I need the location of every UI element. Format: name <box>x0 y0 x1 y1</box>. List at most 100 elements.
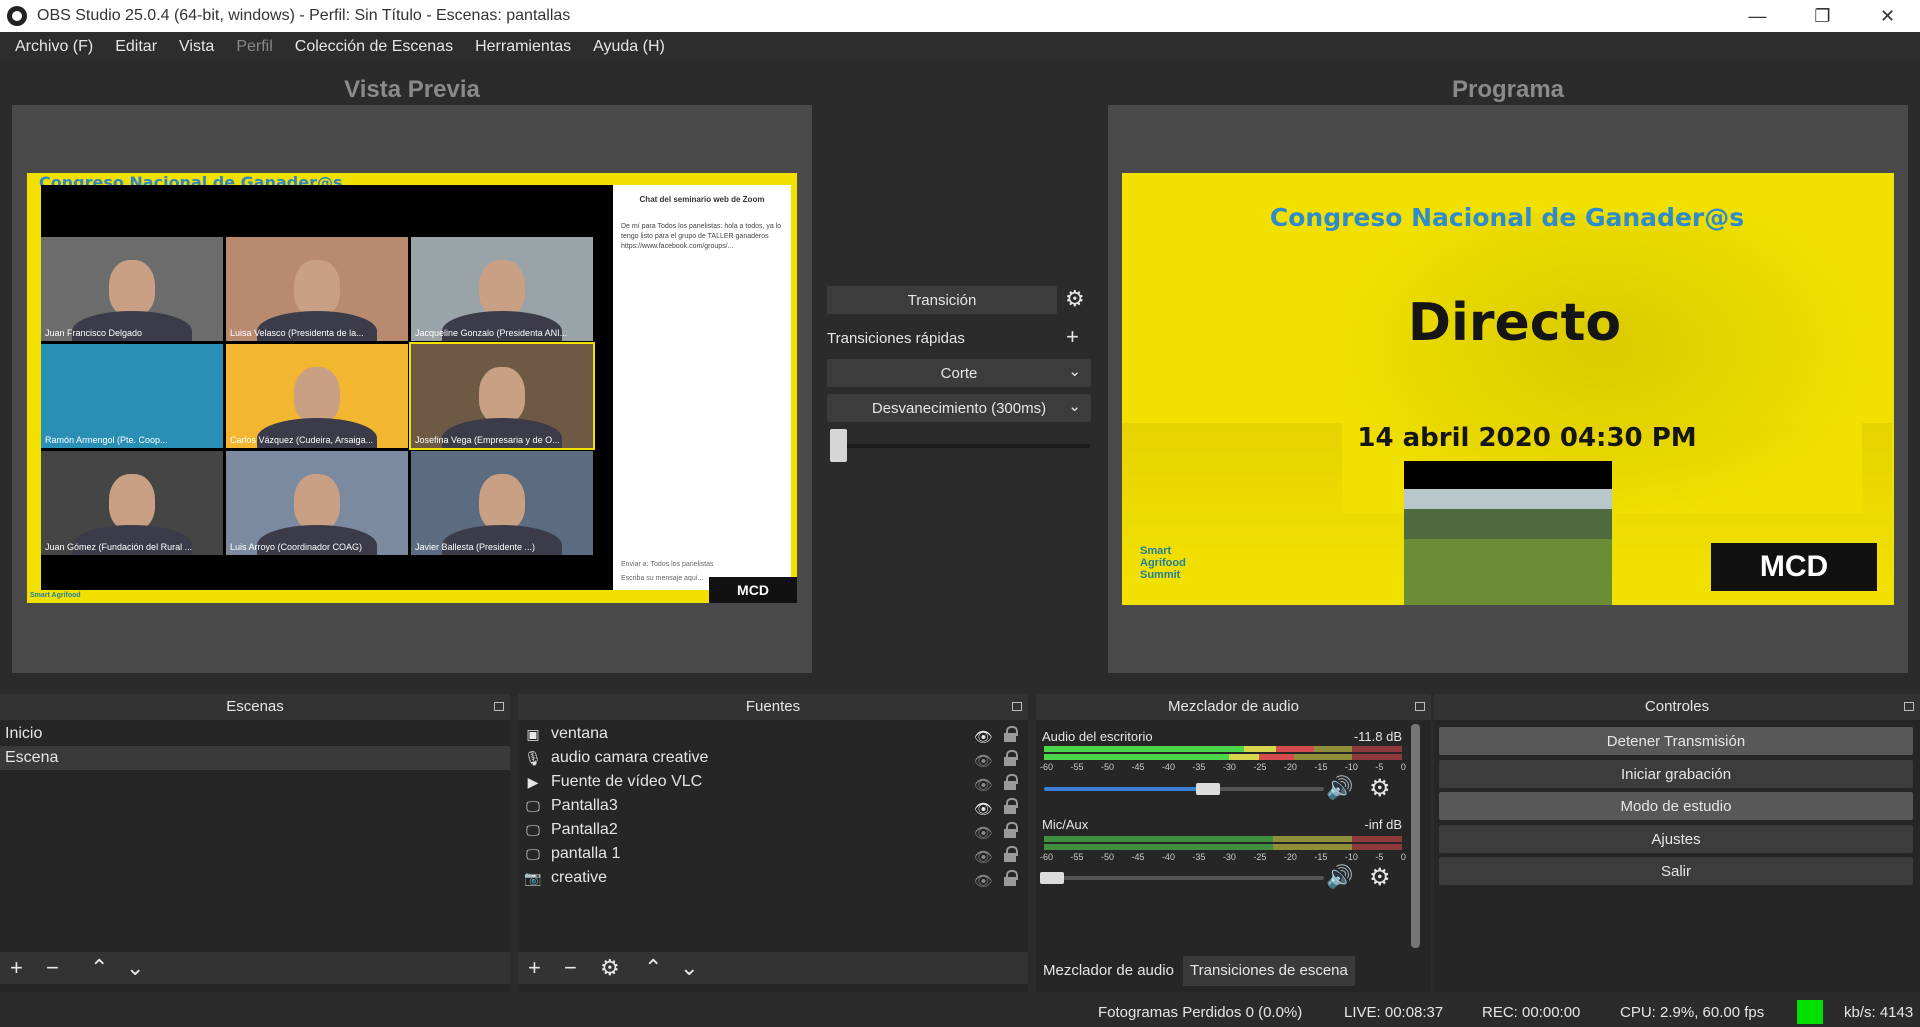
scale-tick: -20 <box>1283 762 1297 772</box>
mixer-scrollbar[interactable] <box>1411 724 1420 948</box>
scenes-toolbar: + − ⌃ ⌄ <box>0 952 510 984</box>
channel-db: -inf dB <box>1364 817 1402 832</box>
exit-button[interactable]: Salir <box>1439 857 1913 885</box>
source-properties-gear-icon[interactable]: ⚙ <box>600 956 620 980</box>
scale-tick: -60 <box>1040 852 1054 862</box>
menu-editar[interactable]: Editar <box>104 38 168 56</box>
source-item[interactable]: ▶ Fuente de vídeo VLC 👁 <box>518 770 1028 794</box>
bitrate: kb/s: 4143 <box>1844 1004 1914 1021</box>
t-bar-handle[interactable] <box>830 429 847 462</box>
source-name: audio camara creative <box>551 749 709 766</box>
stop-streaming-button[interactable]: Detener Transmisión <box>1439 727 1913 755</box>
scale-tick: -10 <box>1344 762 1358 772</box>
t-bar-track[interactable] <box>830 444 1090 448</box>
remove-source-minus-icon[interactable]: − <box>564 956 577 980</box>
audio-meter-level <box>1044 746 1314 752</box>
menu-ayuda[interactable]: Ayuda (H) <box>582 38 676 56</box>
scale-tick: -55 <box>1070 852 1084 862</box>
scene-item-escena[interactable]: Escena <box>0 746 510 770</box>
tab-audio-mixer[interactable]: Mezclador de audio <box>1036 956 1181 986</box>
quick-transition-fade[interactable]: Desvanecimiento (300ms) ⌄ <box>827 394 1091 422</box>
channel-settings-gear-icon[interactable]: ⚙ <box>1369 863 1391 892</box>
maximize-button[interactable]: ❐ <box>1790 0 1855 32</box>
program-banner: Congreso Nacional de Ganader@s <box>1269 203 1745 232</box>
channel-settings-gear-icon[interactable]: ⚙ <box>1369 774 1391 803</box>
controls-title: Controles <box>1434 694 1920 720</box>
scale-tick: -45 <box>1131 762 1145 772</box>
studio-mode-button[interactable]: Modo de estudio <box>1439 792 1913 820</box>
zoom-window: Juan Francisco Delgado Luisa Velasco (Pr… <box>41 185 791 590</box>
move-down-chevron-icon[interactable]: ⌄ <box>680 956 698 980</box>
scale-tick: -35 <box>1192 852 1206 862</box>
menu-bar: Archivo (F) Editar Vista Perfil Colecció… <box>0 32 1920 62</box>
source-item[interactable]: 📷 creative 👁 <box>518 866 1028 890</box>
transition-settings-gear-icon[interactable]: ⚙ <box>1065 288 1085 310</box>
menu-herramientas[interactable]: Herramientas <box>464 38 582 56</box>
scale-tick: -25 <box>1253 762 1267 772</box>
participant-name: Luis Arroyo (Coordinador COAG) <box>230 542 363 552</box>
audio-meter <box>1044 836 1402 842</box>
menu-perfil[interactable]: Perfil <box>225 38 283 56</box>
lock-icon[interactable] <box>1003 822 1018 838</box>
source-name: Pantalla2 <box>551 821 618 838</box>
source-item[interactable]: 🖵 Pantalla3 👁 <box>518 794 1028 818</box>
add-quick-transition-plus-icon[interactable]: + <box>1066 326 1079 348</box>
chat-recipient: Enviar a: Todos los panelistas <box>621 561 714 568</box>
source-name: Pantalla3 <box>551 797 618 814</box>
menu-coleccion-escenas[interactable]: Colección de Escenas <box>284 38 464 56</box>
audio-meter-level <box>1044 754 1294 760</box>
source-item[interactable]: 🖵 pantalla 1 👁 <box>518 842 1028 866</box>
lock-icon[interactable] <box>1003 846 1018 862</box>
menu-vista[interactable]: Vista <box>168 38 225 56</box>
move-up-chevron-icon[interactable]: ⌃ <box>90 956 108 980</box>
cpu-usage: CPU: 2.9%, 60.00 fps <box>1620 1004 1765 1021</box>
preview-heading: Vista Previa <box>344 76 480 103</box>
quick-transitions-label: Transiciones rápidas <box>827 330 965 347</box>
tab-scene-transitions[interactable]: Transiciones de escena <box>1183 956 1355 986</box>
source-item[interactable]: 🎙 audio camara creative 👁 <box>518 746 1028 770</box>
source-item[interactable]: 🖵 Pantalla2 👁 <box>518 818 1028 842</box>
scale-tick: -25 <box>1253 852 1267 862</box>
add-source-plus-icon[interactable]: + <box>528 956 541 980</box>
sources-toolbar: + − ⚙ ⌃ ⌄ <box>518 952 1028 984</box>
minimize-button[interactable]: — <box>1725 0 1790 32</box>
camera-icon: 📷 <box>524 870 542 886</box>
source-item[interactable]: ▣ ventana 👁 <box>518 722 1028 746</box>
participant-name: Josefina Vega (Empresaria y de O... <box>415 435 560 445</box>
start-recording-button[interactable]: Iniciar grabación <box>1439 760 1913 788</box>
quick-transition-corte[interactable]: Corte ⌄ <box>827 359 1091 387</box>
move-down-chevron-icon[interactable]: ⌄ <box>126 956 144 980</box>
speaker-icon[interactable]: 🔊 <box>1326 864 1353 890</box>
menu-archivo[interactable]: Archivo (F) <box>4 38 104 56</box>
lock-icon[interactable] <box>1003 750 1018 766</box>
move-up-chevron-icon[interactable]: ⌃ <box>644 956 662 980</box>
scale-tick: 0 <box>1400 852 1406 862</box>
lock-icon[interactable] <box>1003 774 1018 790</box>
settings-button[interactable]: Ajustes <box>1439 825 1913 853</box>
remove-scene-minus-icon[interactable]: − <box>46 956 59 980</box>
speaker-icon[interactable]: 🔊 <box>1326 775 1353 801</box>
undock-icon[interactable] <box>494 702 504 711</box>
participant-name: Ramón Armengol (Pte. Coop... <box>45 435 168 445</box>
undock-icon[interactable] <box>1415 702 1425 711</box>
lock-icon[interactable] <box>1003 726 1018 742</box>
undock-icon[interactable] <box>1904 702 1914 711</box>
volume-slider-handle[interactable] <box>1040 872 1064 884</box>
volume-slider-track[interactable] <box>1044 876 1324 880</box>
source-name: ventana <box>551 725 608 742</box>
audio-meter <box>1044 844 1402 850</box>
preview-pane[interactable]: Congreso Nacional de Ganader@s Juan Fran… <box>12 105 812 673</box>
preview-canvas[interactable]: Congreso Nacional de Ganader@s Juan Fran… <box>27 173 797 603</box>
visibility-hidden-icon[interactable]: 👁 <box>974 870 993 894</box>
scene-item-inicio[interactable]: Inicio <box>0 722 510 746</box>
scale-tick: -30 <box>1222 762 1236 772</box>
undock-icon[interactable] <box>1012 702 1022 711</box>
smart-logo-line: Summit <box>1140 569 1181 581</box>
transition-button[interactable]: Transición <box>827 286 1057 314</box>
add-scene-plus-icon[interactable]: + <box>10 956 23 980</box>
participant-tile: Ramón Armengol (Pte. Coop... <box>41 344 223 448</box>
lock-icon[interactable] <box>1003 798 1018 814</box>
volume-slider-handle[interactable] <box>1196 783 1220 795</box>
close-button[interactable]: ✕ <box>1855 0 1920 32</box>
lock-icon[interactable] <box>1003 870 1018 886</box>
